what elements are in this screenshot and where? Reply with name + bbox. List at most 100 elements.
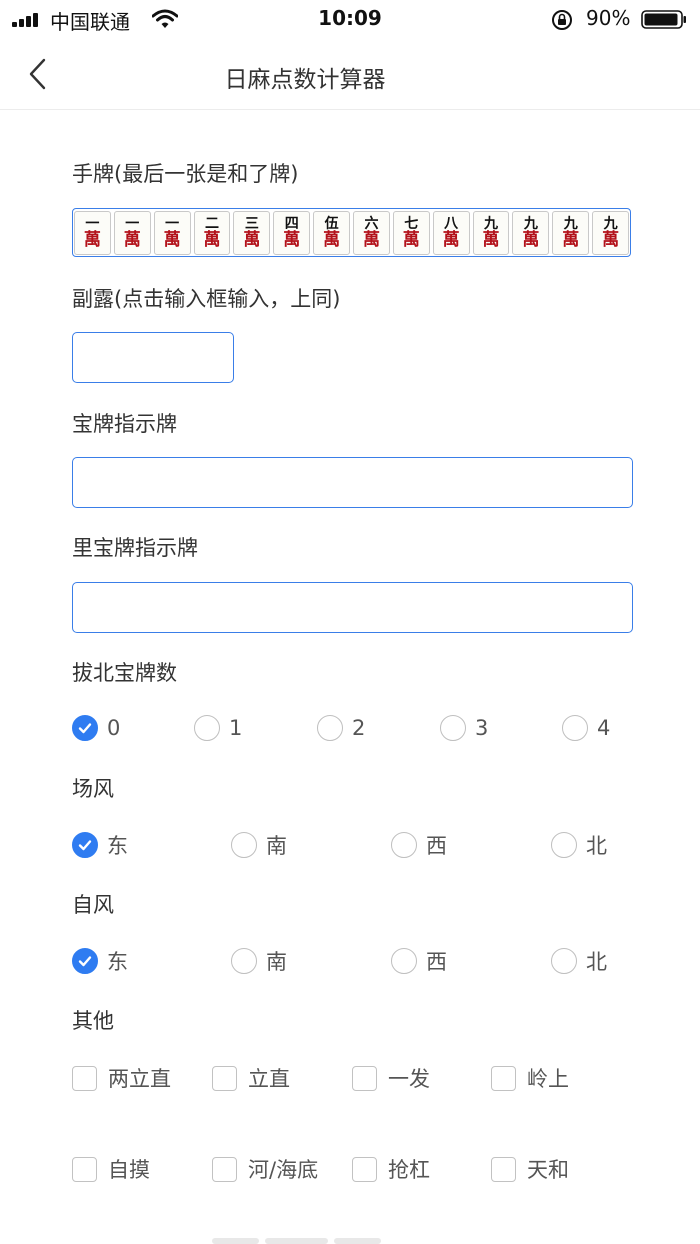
- checkbox-unchecked-icon[interactable]: [72, 1156, 97, 1182]
- other-yaku-checkbox[interactable]: 自摸: [72, 1149, 150, 1189]
- checkbox-unchecked-icon[interactable]: [491, 1065, 516, 1091]
- meld-input[interactable]: [72, 332, 234, 383]
- round-wind-option[interactable]: 东: [72, 825, 128, 865]
- dora-input[interactable]: [72, 457, 633, 508]
- hand-tiles-input[interactable]: 一萬一萬一萬二萬三萬四萬伍萬六萬七萬八萬九萬九萬九萬九萬: [72, 208, 631, 257]
- radio-checked-icon[interactable]: [72, 715, 98, 741]
- page-title: 日麻点数计算器: [224, 67, 386, 93]
- mahjong-tile[interactable]: 四萬: [273, 210, 311, 255]
- other-yaku-checkbox[interactable]: 河/海底: [212, 1149, 318, 1189]
- tile-suit: 萬: [163, 229, 181, 250]
- radio-unchecked-icon[interactable]: [391, 948, 417, 974]
- mahjong-tile[interactable]: 二萬: [193, 210, 231, 255]
- mahjong-tile[interactable]: 八萬: [432, 210, 470, 255]
- other-yaku-checkbox[interactable]: 天和: [491, 1149, 569, 1189]
- other-yaku-checkbox[interactable]: 一发: [352, 1058, 430, 1098]
- round-wind-option-label: 东: [107, 834, 128, 858]
- status-bar: 中国联通 10:09 90%: [0, 0, 700, 40]
- checkbox-unchecked-icon[interactable]: [212, 1156, 237, 1182]
- tile-number: 九: [484, 215, 499, 232]
- mahjong-tile[interactable]: 七萬: [392, 210, 430, 255]
- seat-wind-option[interactable]: 北: [551, 941, 607, 981]
- seat-wind-option-label: 北: [586, 950, 607, 974]
- seat-wind-option[interactable]: 西: [391, 941, 447, 981]
- other-yaku-checkbox[interactable]: 立直: [212, 1058, 290, 1098]
- kita-option[interactable]: 4: [562, 708, 610, 748]
- hand-label: 手牌(最后一张是和了牌): [72, 162, 299, 186]
- checkbox-label: 抢杠: [388, 1158, 430, 1182]
- checkbox-unchecked-icon[interactable]: [212, 1065, 237, 1091]
- other-label: 其他: [72, 1009, 114, 1033]
- radio-unchecked-icon[interactable]: [551, 832, 577, 858]
- seat-wind-option[interactable]: 东: [72, 941, 128, 981]
- tile-suit: 萬: [402, 229, 420, 250]
- mahjong-tile[interactable]: 一萬: [74, 210, 111, 255]
- seat-wind-radio-group: 东南西北: [0, 941, 700, 981]
- checkbox-label: 两立直: [108, 1067, 171, 1091]
- tile-suit: 萬: [83, 229, 101, 250]
- checkbox-unchecked-icon[interactable]: [352, 1065, 377, 1091]
- checkbox-label: 河/海底: [248, 1158, 319, 1182]
- mahjong-tile[interactable]: 一萬: [113, 210, 151, 255]
- radio-checked-icon[interactable]: [72, 832, 98, 858]
- mahjong-tile[interactable]: 一萬: [153, 210, 191, 255]
- tile-number: 八: [444, 215, 459, 232]
- mahjong-tile[interactable]: 六萬: [353, 210, 390, 255]
- other-yaku-checkbox[interactable]: 抢杠: [352, 1149, 430, 1189]
- mahjong-tile[interactable]: 伍萬: [313, 210, 351, 255]
- checkbox-label: 自摸: [108, 1158, 150, 1182]
- tile-number: 三: [244, 215, 259, 232]
- checkbox-unchecked-icon[interactable]: [72, 1065, 97, 1091]
- radio-unchecked-icon[interactable]: [317, 715, 343, 741]
- kita-option-label: 3: [475, 716, 489, 740]
- tile-number: 九: [563, 215, 578, 232]
- kita-radio-group: 0 1 2 3 4: [0, 708, 700, 748]
- round-wind-option[interactable]: 南: [231, 825, 287, 865]
- radio-unchecked-icon[interactable]: [440, 715, 466, 741]
- round-wind-option[interactable]: 北: [551, 825, 607, 865]
- mahjong-tile[interactable]: 九萬: [472, 210, 510, 255]
- tile-suit: 萬: [283, 229, 301, 250]
- tile-number: 一: [85, 215, 100, 232]
- mahjong-tile[interactable]: 九萬: [552, 210, 590, 255]
- kita-option[interactable]: 1: [194, 708, 242, 748]
- radio-unchecked-icon[interactable]: [551, 948, 577, 974]
- radio-unchecked-icon[interactable]: [194, 715, 220, 741]
- other-checkbox-row-2: 自摸 河/海底 抢杠 天和: [0, 1149, 700, 1189]
- kita-option[interactable]: 3: [440, 708, 488, 748]
- uradora-input[interactable]: [72, 582, 633, 633]
- checkbox-unchecked-icon[interactable]: [491, 1156, 516, 1182]
- tile-number: 二: [205, 215, 219, 232]
- checkbox-label: 天和: [527, 1158, 569, 1182]
- radio-unchecked-icon[interactable]: [231, 948, 257, 974]
- mahjong-tile[interactable]: 九萬: [592, 210, 630, 255]
- kita-option[interactable]: 2: [317, 708, 365, 748]
- nav-bar: 日麻点数计算器: [0, 40, 700, 110]
- seat-wind-option[interactable]: 南: [231, 941, 287, 981]
- uradora-label: 里宝牌指示牌: [72, 536, 198, 560]
- mahjong-tile[interactable]: 三萬: [233, 210, 271, 255]
- round-wind-radio-group: 东南西北: [0, 825, 700, 865]
- home-indicator: [212, 1238, 259, 1244]
- kita-option[interactable]: 0: [72, 708, 120, 748]
- checkbox-label: 一发: [388, 1067, 430, 1091]
- battery-icon: [641, 10, 686, 29]
- checkbox-label: 立直: [248, 1067, 290, 1091]
- tile-suit: 萬: [123, 229, 141, 250]
- radio-unchecked-icon[interactable]: [391, 832, 417, 858]
- tile-suit: 萬: [602, 229, 620, 250]
- checkbox-label: 岭上: [527, 1067, 569, 1091]
- round-wind-option[interactable]: 西: [391, 825, 447, 865]
- round-wind-label: 场风: [72, 777, 114, 801]
- orientation-lock-icon: [552, 10, 572, 30]
- tile-suit: 萬: [482, 229, 500, 250]
- seat-wind-option-label: 东: [107, 950, 128, 974]
- tile-number: 一: [165, 215, 180, 232]
- other-yaku-checkbox[interactable]: 两立直: [72, 1058, 171, 1098]
- radio-checked-icon[interactable]: [72, 948, 98, 974]
- radio-unchecked-icon[interactable]: [562, 715, 588, 741]
- mahjong-tile[interactable]: 九萬: [512, 210, 550, 255]
- checkbox-unchecked-icon[interactable]: [352, 1156, 377, 1182]
- radio-unchecked-icon[interactable]: [231, 832, 257, 858]
- other-yaku-checkbox[interactable]: 岭上: [491, 1058, 569, 1098]
